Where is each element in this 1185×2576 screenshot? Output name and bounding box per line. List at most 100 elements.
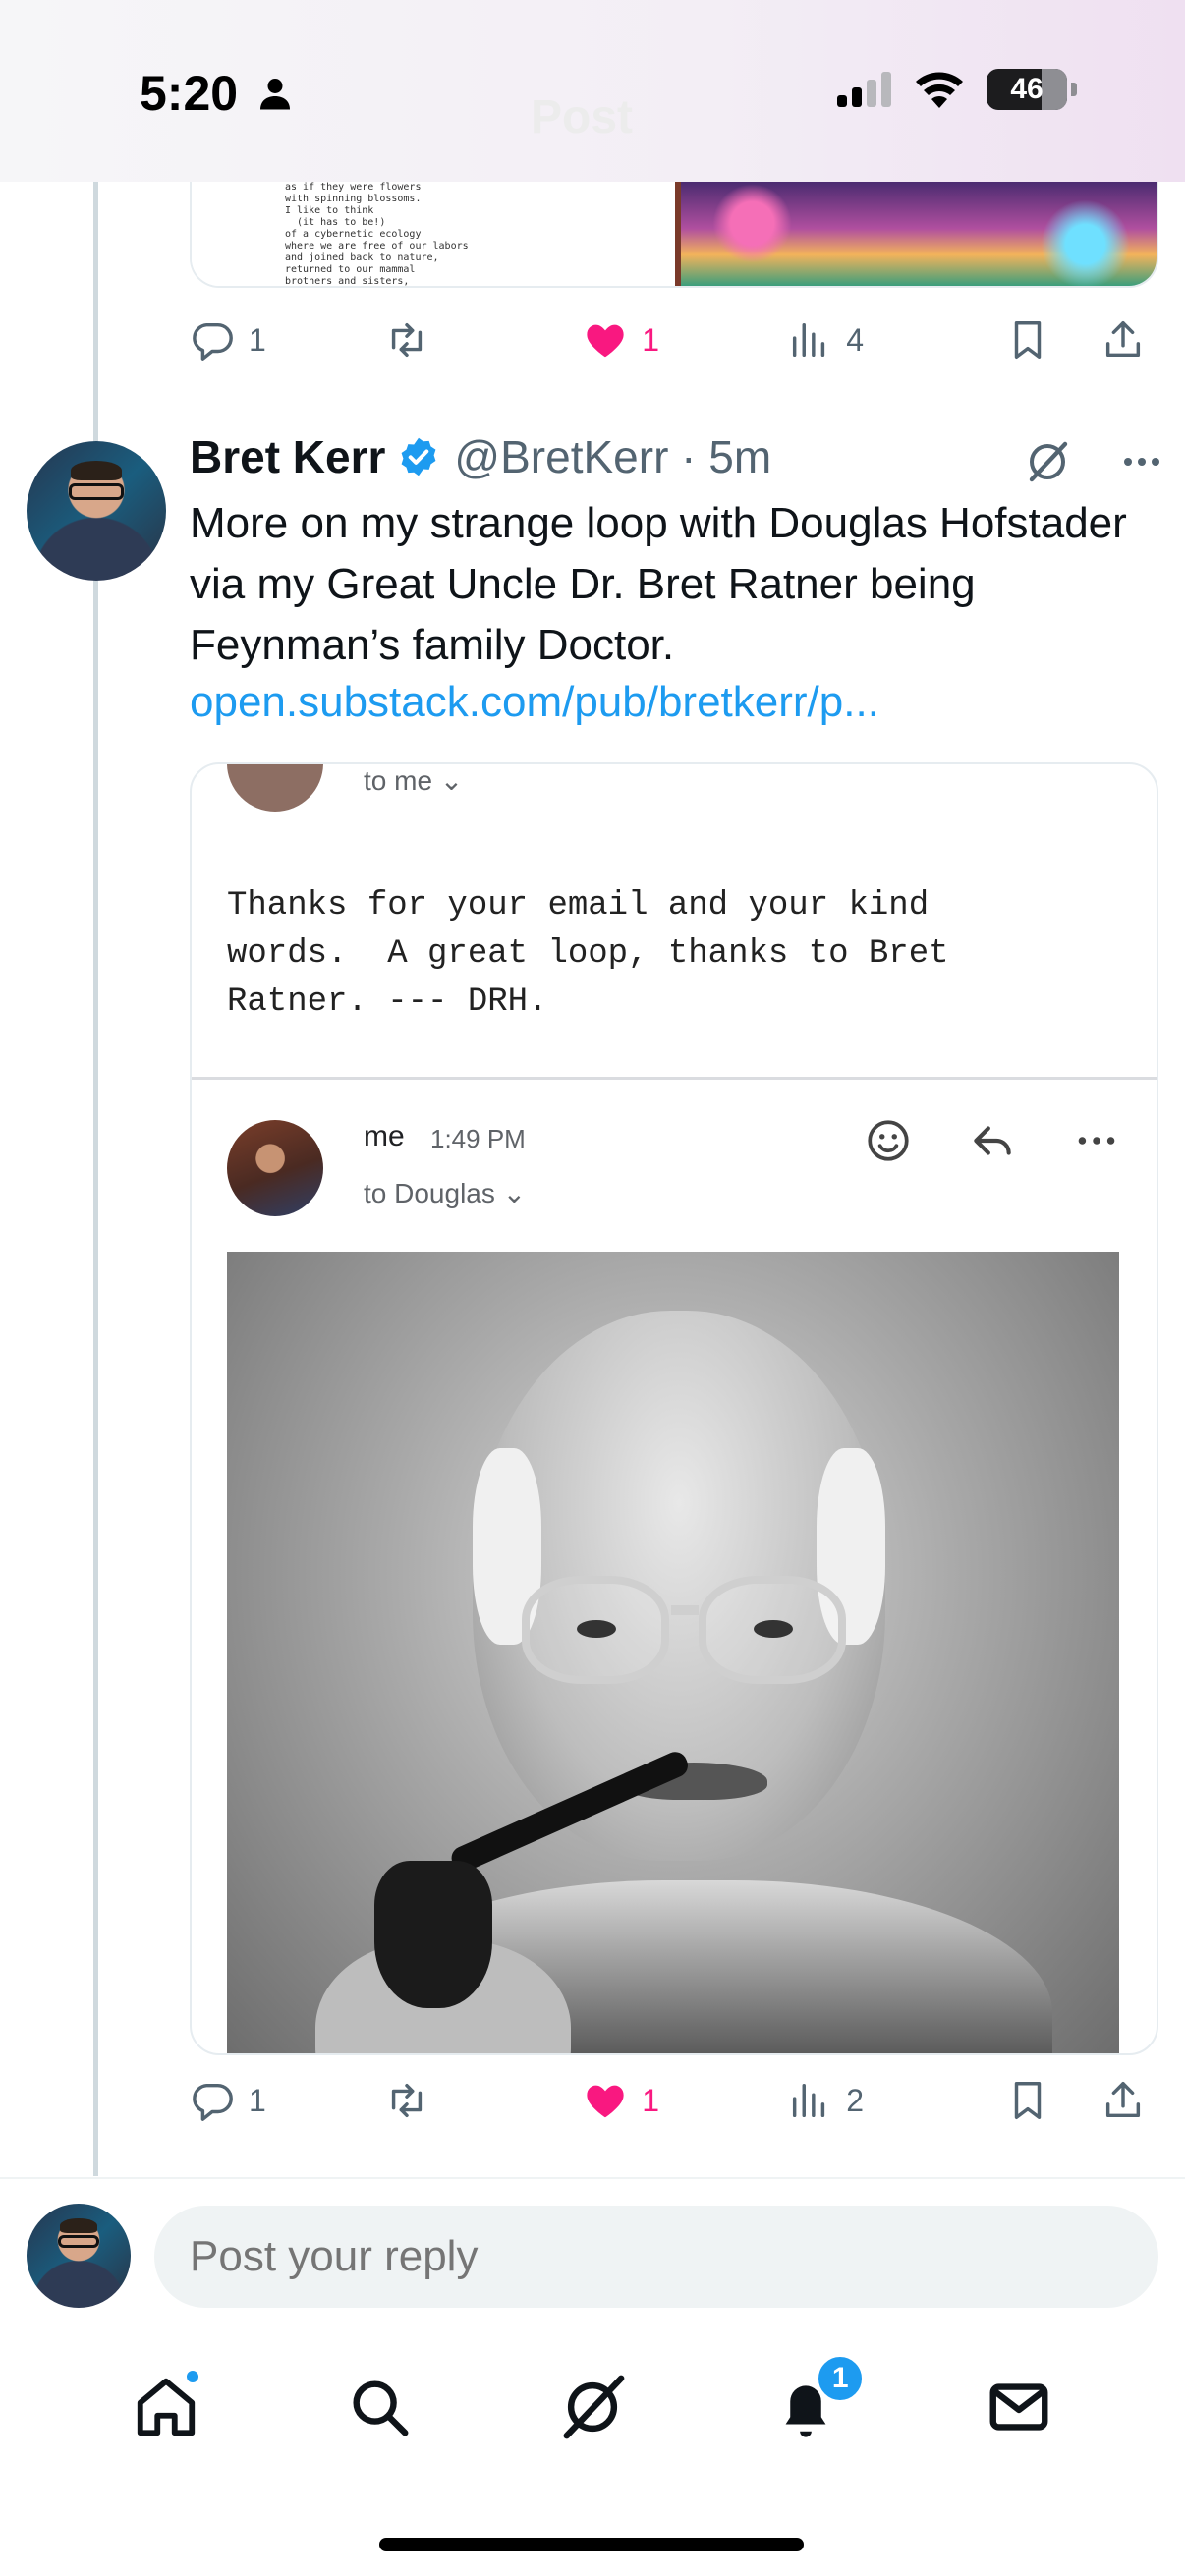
me-avatar [227, 1120, 323, 1216]
views-count: 4 [846, 321, 864, 358]
search-icon [353, 2380, 409, 2436]
poem-line: brothers and sisters, [285, 276, 410, 286]
poem-line: (it has to be!) [285, 217, 386, 228]
grok-icon[interactable] [1024, 438, 1071, 485]
reply-divider [0, 2177, 1185, 2179]
previous-tweet-actions: 1 1 4 [190, 310, 1158, 369]
tweet-actions: 1 1 2 [190, 2071, 1158, 2130]
more-options-icon[interactable] [1118, 438, 1165, 485]
views-button[interactable]: 2 [787, 2078, 1005, 2123]
poem-line: as if they were flowers [285, 182, 422, 193]
battery-indicator: 46 [987, 69, 1067, 110]
tab-home[interactable] [127, 2368, 205, 2446]
new-posts-dot [183, 2368, 201, 2385]
avatar-glasses [68, 482, 125, 500]
photo-eye-right [754, 1620, 793, 1638]
poem-line: I like to think [285, 205, 374, 216]
heart-filled-icon [587, 324, 624, 358]
retweet-icon [392, 322, 423, 358]
author-name[interactable]: Bret Kerr [190, 430, 385, 483]
tweet-header: Bret Kerr @BretKerr · 5m [190, 430, 771, 483]
reply-count: 1 [249, 321, 266, 358]
avatar[interactable] [27, 441, 166, 581]
like-button[interactable]: 1 [583, 2078, 787, 2123]
home-indicator[interactable] [379, 2538, 804, 2551]
mail-icon [989, 2383, 1048, 2431]
views-icon [793, 322, 825, 358]
reply-input[interactable] [154, 2206, 1158, 2308]
reply-icon [193, 2083, 233, 2121]
tweet-link[interactable]: open.substack.com/pub/bretkerr/p... [190, 678, 879, 727]
me-name: me [364, 1120, 405, 1152]
header-title: Post [531, 91, 634, 143]
photo-pipe-bowl [374, 1861, 492, 2008]
share-icon [1106, 321, 1141, 358]
retweet-button[interactable] [384, 317, 583, 363]
retweet-icon [392, 2083, 423, 2118]
share-button[interactable] [1100, 317, 1158, 363]
previous-tweet-media[interactable]: as if they were flowers with spinning blo… [190, 182, 1158, 288]
reply-button[interactable]: 1 [190, 317, 384, 363]
like-count: 1 [642, 2082, 660, 2118]
me-time: 1:49 PM [430, 1124, 526, 1153]
tab-messages[interactable] [980, 2368, 1058, 2446]
to-me-label: to me ⌄ [364, 765, 464, 796]
email-body: Thanks for your email and your kind word… [227, 887, 949, 1021]
to-douglas-label: to Douglas ⌄ [364, 1178, 527, 1208]
status-bar: Post 5:20 46 [0, 0, 1185, 182]
status-icons: 46 [837, 69, 1077, 110]
views-button[interactable]: 4 [787, 317, 1005, 363]
poem-line: where we are free of our labors [285, 241, 469, 252]
bottom-tab-bar: 1 [0, 2338, 1185, 2476]
photo-eye-left [577, 1620, 616, 1638]
tab-grok[interactable] [553, 2368, 632, 2446]
views-count: 2 [846, 2082, 864, 2118]
share-icon [1106, 2082, 1141, 2118]
email-action-icons [864, 1116, 1121, 1165]
reply-avatar [27, 2204, 131, 2308]
heart-filled-icon [587, 2085, 624, 2118]
tweet-text: More on my strange loop with Douglas Hof… [190, 499, 1127, 669]
bookmark-icon [1014, 321, 1042, 359]
bookmark-button[interactable] [1005, 317, 1101, 363]
avatar-hair [71, 460, 122, 480]
psychedelic-art-image [675, 182, 1157, 286]
poem-line: with spinning blossoms. [285, 194, 422, 204]
tab-notifications[interactable]: 1 [766, 2354, 866, 2446]
retweet-button[interactable] [384, 2078, 583, 2123]
reply-arrow-icon [974, 1126, 1011, 1155]
poem-document-image: as if they were flowers with spinning blo… [192, 182, 669, 286]
wifi-icon [916, 72, 963, 108]
tweet-header-icons [1024, 438, 1165, 485]
emoji-icon [868, 1120, 909, 1161]
sender-avatar [227, 764, 323, 812]
poem-line: returned to our mammal [285, 264, 416, 275]
avatar-hair [59, 2217, 98, 2233]
like-count: 1 [642, 321, 660, 358]
battery-tip [1071, 83, 1077, 96]
email-screenshot-card[interactable]: to me ⌄ Thanks for your email and your k… [190, 762, 1158, 2055]
signal-icon [837, 72, 891, 107]
reply-button[interactable]: 1 [190, 2078, 384, 2123]
poem-line: and joined back to nature, [285, 252, 439, 263]
like-button[interactable]: 1 [583, 317, 787, 363]
person-icon [260, 79, 290, 110]
avatar-glasses [57, 2234, 100, 2248]
status-time: 5:20 [140, 66, 239, 121]
reply-icon [193, 322, 233, 361]
verified-badge-icon [402, 437, 436, 476]
reply-count: 1 [249, 2082, 266, 2118]
email-divider [192, 1077, 1157, 1080]
bookmark-icon [1014, 2082, 1042, 2119]
tab-search[interactable] [340, 2368, 419, 2446]
poem-line: of a cybernetic ecology [285, 229, 422, 240]
photo-glasses-bridge [671, 1605, 699, 1615]
bookmark-button[interactable] [1005, 2078, 1101, 2123]
author-handle-time[interactable]: @BretKerr · 5m [454, 430, 771, 483]
notifications-badge: 1 [816, 2354, 866, 2403]
portrait-photo [227, 1252, 1119, 2053]
share-button[interactable] [1100, 2078, 1158, 2123]
views-icon [793, 2083, 825, 2118]
grok-icon [563, 2375, 625, 2439]
more-vertical-icon [1078, 1137, 1115, 1145]
